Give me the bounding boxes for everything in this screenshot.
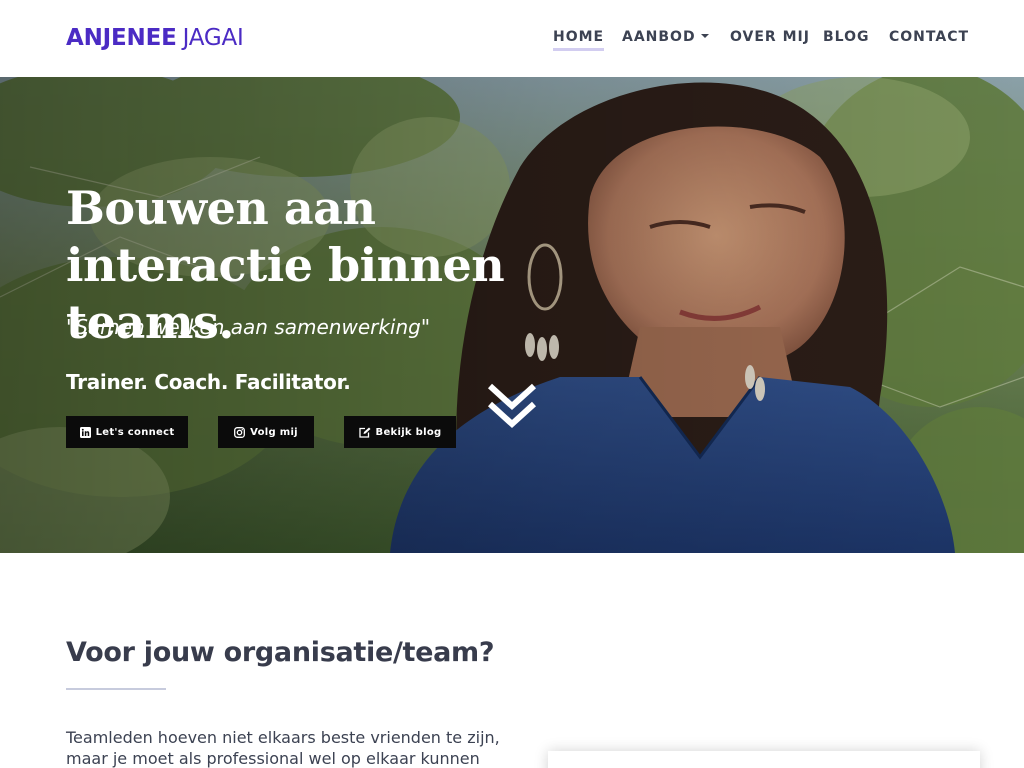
section-divider	[66, 688, 166, 690]
bekijk-blog-label: Bekijk blog	[375, 426, 442, 438]
brand-first-name: ANJENEE	[66, 25, 177, 51]
brand-logo[interactable]: ANJENEE JAGAI	[66, 24, 244, 52]
brand-last-name: JAGAI	[182, 25, 244, 51]
nav-aanbod-label: AANBOD	[622, 29, 696, 45]
linkedin-icon	[79, 426, 91, 438]
hero-roles: Trainer. Coach. Facilitator.	[66, 370, 351, 394]
edit-icon	[358, 427, 371, 438]
lets-connect-label: Let's connect	[95, 426, 175, 438]
nav-home[interactable]: HOME	[553, 26, 605, 51]
volg-mij-button[interactable]: Volg mij	[218, 416, 314, 448]
nav-aanbod[interactable]: AANBOD	[622, 26, 709, 48]
nav-over-mij[interactable]: OVER MIJ	[730, 26, 810, 48]
nav-blog[interactable]: BLOG	[823, 26, 870, 48]
hero-section: Bouwen aan interactie binnen teams. "Sam…	[0, 77, 1024, 553]
section-text: Teamleden hoeven niet elkaars beste vrie…	[66, 728, 500, 768]
bekijk-blog-button[interactable]: Bekijk blog	[344, 416, 456, 448]
navbar: ANJENEE JAGAI HOME AANBOD OVER MIJ BLOG C…	[0, 0, 1024, 77]
instagram-icon	[234, 426, 246, 438]
content-card	[548, 751, 980, 768]
hero-tagline: "Samen werken aan samenwerking"	[66, 315, 431, 339]
section-title: Voor jouw organisatie/team?	[66, 637, 495, 668]
caret-down-icon	[700, 34, 709, 38]
volg-mij-label: Volg mij	[250, 426, 298, 438]
double-chevron-down-icon[interactable]	[486, 382, 538, 430]
lets-connect-button[interactable]: Let's connect	[66, 416, 188, 448]
nav-contact[interactable]: CONTACT	[889, 26, 969, 48]
